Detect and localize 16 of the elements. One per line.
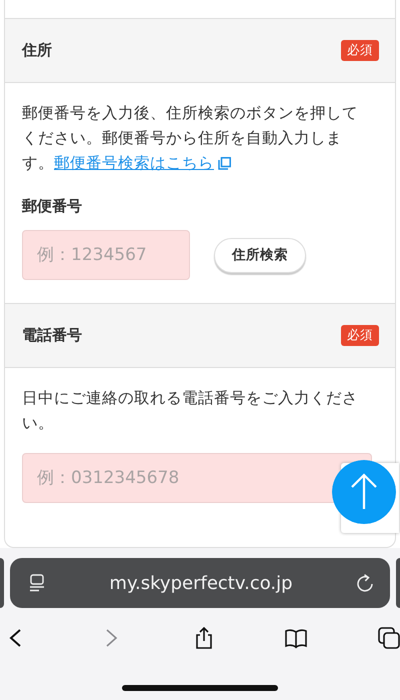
input-field[interactable]: 例：1234567 bbox=[22, 230, 190, 280]
external-window-icon bbox=[218, 157, 231, 170]
scroll-top-button[interactable] bbox=[332, 460, 396, 524]
field-label: 郵便番号 bbox=[22, 197, 83, 216]
section-title: 電話番号 bbox=[22, 326, 82, 345]
address-search-button[interactable]: 住所検索 bbox=[214, 238, 306, 272]
description-text: 日中にご連絡の取れる電話番号をご入力ください。 bbox=[22, 387, 359, 434]
section-title: 住所 bbox=[22, 41, 52, 60]
book-icon[interactable] bbox=[285, 627, 308, 649]
tabs-icon[interactable] bbox=[378, 627, 400, 649]
input-field[interactable]: 例：0312345678 bbox=[22, 453, 372, 503]
required-badge: 必須 bbox=[341, 325, 379, 346]
page-menu-icon[interactable] bbox=[28, 574, 46, 592]
reload-icon[interactable] bbox=[356, 574, 374, 592]
required-badge: 必須 bbox=[341, 40, 379, 61]
description-text: 郵便番号を入力後、住所検索のボタンを押してください。郵便番号から住所を自動入力します。郵便番号検索はこちら bbox=[22, 102, 359, 174]
